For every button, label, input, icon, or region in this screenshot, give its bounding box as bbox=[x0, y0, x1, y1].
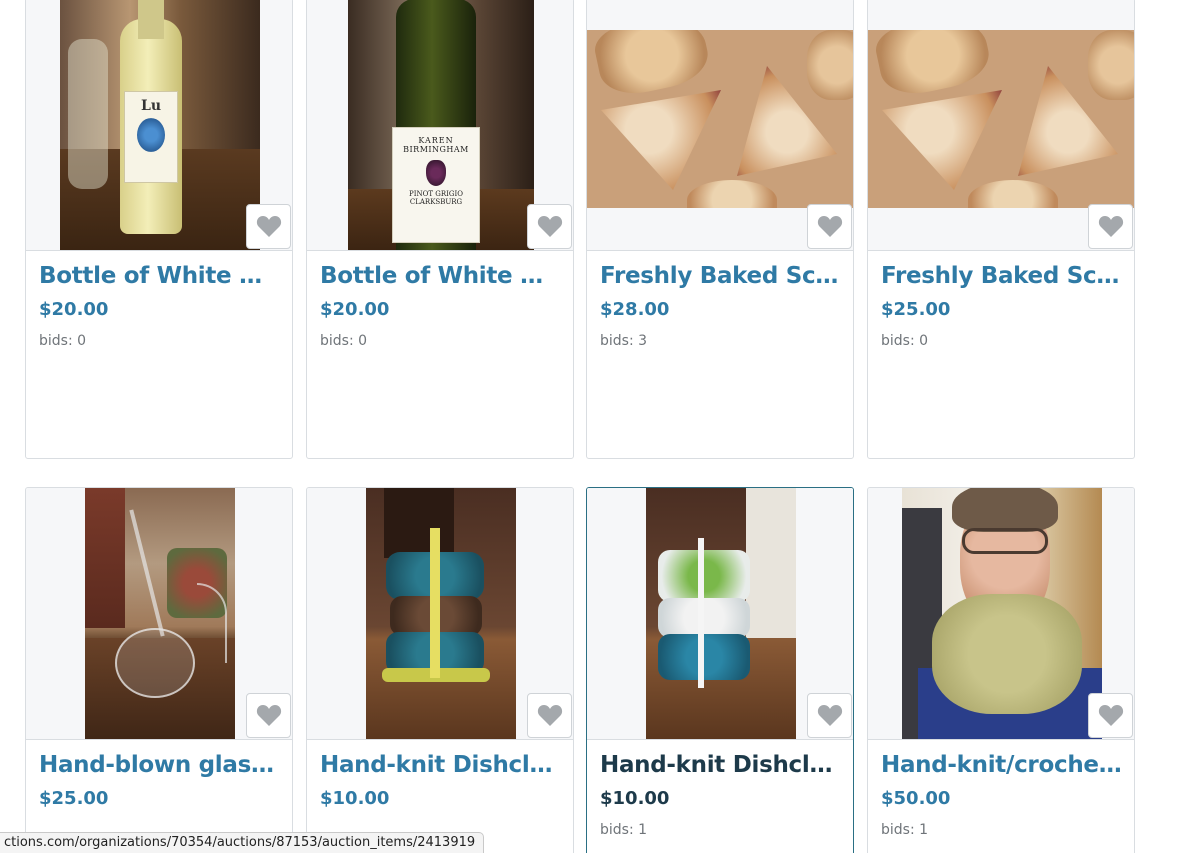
auction-item-card[interactable]: Lu Bottle of White Win… $20.00 bids: 0 bbox=[25, 0, 293, 459]
item-bid-count: bids: 1 bbox=[881, 822, 929, 838]
favorite-button[interactable] bbox=[807, 693, 852, 738]
scones-photo bbox=[868, 30, 1134, 208]
item-price: $28.00 bbox=[600, 299, 670, 320]
auction-item-card[interactable]: Hand-knit Dishcloth… $10.00 bids: 1 bbox=[586, 487, 854, 853]
item-title[interactable]: Hand-blown glass wi… bbox=[39, 752, 283, 778]
favorite-button[interactable] bbox=[1088, 693, 1133, 738]
item-price: $10.00 bbox=[320, 788, 390, 809]
heart-icon bbox=[537, 705, 562, 726]
item-title[interactable]: Freshly Baked Scone… bbox=[881, 263, 1125, 289]
item-image-area[interactable]: Lu bbox=[26, 0, 292, 251]
item-image-area[interactable] bbox=[868, 0, 1134, 251]
item-image-area[interactable] bbox=[307, 488, 573, 740]
favorite-button[interactable] bbox=[1088, 204, 1133, 249]
favorite-button[interactable] bbox=[807, 204, 852, 249]
item-price: $25.00 bbox=[881, 299, 951, 320]
item-title[interactable]: Freshly Baked Scones bbox=[600, 263, 844, 289]
favorite-button[interactable] bbox=[527, 204, 572, 249]
heart-icon bbox=[1098, 705, 1123, 726]
item-price: $50.00 bbox=[881, 788, 951, 809]
heart-icon bbox=[1098, 216, 1123, 237]
dishcloths-photo bbox=[366, 488, 516, 739]
item-price: $20.00 bbox=[320, 299, 390, 320]
heart-icon bbox=[537, 216, 562, 237]
item-image-area[interactable] bbox=[26, 488, 292, 740]
glass-decanter-photo bbox=[85, 488, 235, 739]
auction-item-card[interactable]: Hand-knit/crochete… $50.00 bids: 1 bbox=[867, 487, 1135, 853]
favorite-button[interactable] bbox=[527, 693, 572, 738]
favorite-button[interactable] bbox=[246, 204, 291, 249]
item-image-area[interactable] bbox=[868, 488, 1134, 740]
dishcloths-photo bbox=[646, 488, 796, 739]
auction-item-card[interactable]: Hand-knit Dishcloth… $10.00 bbox=[306, 487, 574, 853]
item-title[interactable]: Bottle of White Win… bbox=[39, 263, 283, 289]
item-price: $10.00 bbox=[600, 788, 670, 809]
item-bid-count: bids: 1 bbox=[600, 822, 648, 838]
item-title[interactable]: Hand-knit/crochete… bbox=[881, 752, 1125, 778]
white-wine-bottle-photo: KAREN BIRMINGHAM PINOT GRIGIO CLARKSBURG bbox=[348, 0, 534, 250]
status-bar-url: ctions.com/organizations/70354/auctions/… bbox=[0, 832, 485, 853]
item-price: $25.00 bbox=[39, 788, 109, 809]
item-title[interactable]: Bottle of White Win… bbox=[320, 263, 564, 289]
auction-item-card[interactable]: Hand-blown glass wi… $25.00 bbox=[25, 487, 293, 853]
item-bid-count: bids: 0 bbox=[320, 333, 368, 349]
knit-cowl-photo bbox=[902, 488, 1102, 739]
heart-icon bbox=[256, 216, 281, 237]
item-image-area[interactable] bbox=[587, 488, 853, 740]
auction-item-card[interactable]: Freshly Baked Scone… $25.00 bids: 0 bbox=[867, 0, 1135, 459]
heart-icon bbox=[817, 705, 842, 726]
item-title[interactable]: Hand-knit Dishcloth… bbox=[320, 752, 564, 778]
item-image-area[interactable] bbox=[587, 0, 853, 251]
item-bid-count: bids: 0 bbox=[881, 333, 929, 349]
heart-icon bbox=[256, 705, 281, 726]
favorite-button[interactable] bbox=[246, 693, 291, 738]
item-title[interactable]: Hand-knit Dishcloth… bbox=[600, 752, 844, 778]
item-bid-count: bids: 3 bbox=[600, 333, 648, 349]
white-wine-bottle-photo: Lu bbox=[60, 0, 260, 250]
heart-icon bbox=[817, 216, 842, 237]
item-image-area[interactable]: KAREN BIRMINGHAM PINOT GRIGIO CLARKSBURG bbox=[307, 0, 573, 251]
item-bid-count: bids: 0 bbox=[39, 333, 87, 349]
auction-item-card[interactable]: Freshly Baked Scones $28.00 bids: 3 bbox=[586, 0, 854, 459]
scones-photo bbox=[587, 30, 853, 208]
item-price: $20.00 bbox=[39, 299, 109, 320]
auction-item-card[interactable]: KAREN BIRMINGHAM PINOT GRIGIO CLARKSBURG… bbox=[306, 0, 574, 459]
